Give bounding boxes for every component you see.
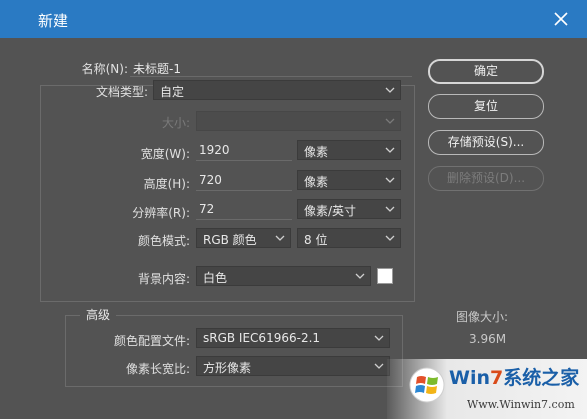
reset-button[interactable]: 复位 [428, 94, 544, 119]
height-unit-value: 像素 [304, 175, 329, 189]
chevron-down-icon [385, 206, 395, 212]
resolution-unit-select[interactable]: 像素/英寸 [297, 199, 401, 219]
chevron-down-icon [385, 118, 395, 124]
chevron-down-icon [385, 87, 395, 93]
width-label: 宽度(W): [140, 147, 190, 161]
chevron-down-icon [374, 335, 384, 341]
chevron-down-icon [355, 273, 365, 279]
watermark-brand-prefix: Win [449, 367, 490, 389]
chevron-down-icon [385, 177, 395, 183]
height-unit-select[interactable]: 像素 [297, 170, 401, 190]
height-label: 高度(H): [143, 177, 190, 191]
bit-depth-value: 8 位 [304, 233, 328, 247]
name-input-underline [130, 76, 412, 77]
chevron-down-icon [374, 363, 384, 369]
watermark-url: Www.Winwin7.com [467, 398, 575, 411]
doc-type-label: 文档类型: [95, 85, 148, 99]
color-mode-select[interactable]: RGB 颜色 [196, 228, 291, 248]
width-input-underline [196, 160, 292, 161]
pixel-aspect-select[interactable]: 方形像素 [196, 356, 390, 376]
doc-type-select[interactable]: 自定 [153, 80, 401, 100]
ok-button[interactable]: 确定 [428, 59, 544, 84]
watermark: Win7系统之家 Www.Winwin7.com [387, 359, 587, 419]
width-unit-value: 像素 [304, 145, 329, 159]
resolution-input-underline [196, 219, 292, 220]
height-input[interactable]: 720 [199, 173, 222, 187]
doc-type-value: 自定 [160, 85, 185, 99]
windows-logo-icon [409, 367, 445, 403]
name-label: 名称(N): [81, 62, 128, 76]
dialog-title: 新建 [38, 12, 69, 30]
new-document-dialog: 新建 名称(N): 未标题-1 文档类型: 自定 大小: 宽度(W): 1920… [0, 0, 587, 419]
chevron-down-icon [385, 235, 395, 241]
watermark-brand-seven: 7 [490, 367, 504, 389]
color-profile-value: sRGB IEC61966-2.1 [203, 331, 321, 345]
resolution-input[interactable]: 72 [199, 202, 214, 216]
chevron-down-icon [275, 235, 285, 241]
color-mode-value: RGB 颜色 [203, 233, 257, 247]
resolution-unit-value: 像素/英寸 [304, 204, 357, 218]
pixel-aspect-value: 方形像素 [203, 361, 252, 375]
color-profile-label: 颜色配置文件: [113, 334, 190, 348]
size-label: 大小: [161, 116, 190, 130]
image-size-label: 图像大小: [456, 310, 509, 324]
pixel-aspect-label: 像素长宽比: [125, 362, 190, 376]
watermark-brand: Win7系统之家 [449, 363, 579, 390]
bit-depth-select[interactable]: 8 位 [297, 228, 401, 248]
name-input[interactable]: 未标题-1 [133, 60, 181, 77]
advanced-group-title: 高级 [80, 306, 117, 323]
width-input[interactable]: 1920 [199, 143, 230, 157]
height-input-underline [196, 190, 292, 191]
background-select[interactable]: 白色 [196, 266, 371, 286]
color-mode-label: 颜色模式: [137, 234, 190, 248]
size-select[interactable] [196, 111, 401, 131]
title-bar: 新建 [0, 0, 587, 38]
background-value: 白色 [203, 271, 228, 285]
close-icon [554, 12, 568, 26]
width-unit-select[interactable]: 像素 [297, 140, 401, 160]
image-size-value: 3.96M [469, 332, 507, 346]
background-color-swatch[interactable] [377, 268, 393, 284]
watermark-brand-suffix: 系统之家 [503, 367, 580, 389]
delete-preset-button[interactable]: 删除预设(D)... [428, 166, 544, 191]
close-button[interactable] [549, 7, 573, 31]
chevron-down-icon [385, 147, 395, 153]
background-label: 背景内容: [137, 272, 190, 286]
save-preset-button[interactable]: 存储预设(S)... [428, 130, 544, 155]
resolution-label: 分辨率(R): [132, 206, 190, 220]
color-profile-select[interactable]: sRGB IEC61966-2.1 [196, 328, 390, 348]
